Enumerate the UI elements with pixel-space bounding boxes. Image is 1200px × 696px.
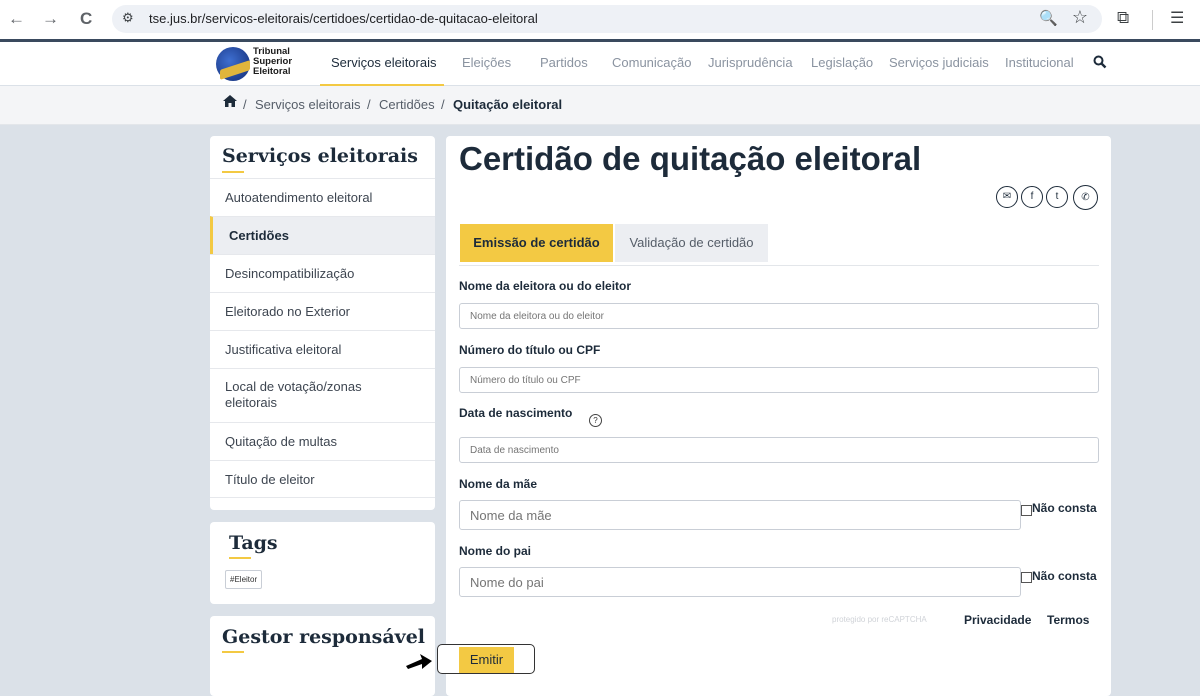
sidebar-item-justificativa[interactable]: Justificativa eleitoral	[210, 330, 435, 368]
sidebar-item-quitacao-multas[interactable]: Quitação de multas	[210, 422, 435, 460]
pai-input[interactable]	[459, 567, 1021, 597]
search-icon[interactable]	[1093, 55, 1107, 72]
title-underline	[229, 557, 251, 559]
tabs-divider	[459, 265, 1099, 266]
title-underline	[222, 171, 244, 173]
menu-item-legislacao[interactable]: Legislação	[811, 55, 873, 70]
sidebar-item-certidoes[interactable]: Certidões	[210, 216, 435, 254]
recaptcha-privacy-link[interactable]: Privacidade	[964, 613, 1031, 627]
tab-validacao[interactable]: Validação de certidão	[615, 224, 768, 262]
titulo-input[interactable]	[459, 367, 1099, 393]
url-text[interactable]: tse.jus.br/servicos-eleitorais/certidoes…	[149, 11, 538, 26]
breadcrumb	[0, 86, 1200, 125]
recaptcha-notice: protegido por reCAPTCHA	[832, 615, 927, 624]
browser-toolbar: ← → C ⚙ tse.jus.br/servicos-eleitorais/c…	[0, 0, 1200, 42]
menu-item-institucional[interactable]: Institucional	[1005, 55, 1074, 70]
help-icon[interactable]: ?	[589, 414, 602, 427]
zoom-icon[interactable]: 🔍	[1039, 9, 1058, 27]
sidebar-item-local-votacao[interactable]: Local de votação/zonas eleitorais	[210, 368, 435, 422]
tag-eleitor[interactable]: #Eleitor	[225, 570, 263, 589]
facebook-icon[interactable]: f	[1021, 186, 1043, 208]
mae-input[interactable]	[459, 500, 1021, 530]
sidebar-item-eleitorado-exterior[interactable]: Eleitorado no Exterior	[210, 292, 435, 330]
nome-input[interactable]	[459, 303, 1099, 329]
pointer-arrow-icon	[405, 650, 433, 674]
logo-text[interactable]: Tribunal Superior Eleitoral	[253, 47, 292, 77]
email-icon[interactable]: ✉	[996, 186, 1018, 208]
title-underline	[222, 651, 244, 653]
bookmark-star-icon[interactable]: ☆	[1072, 7, 1088, 28]
breadcrumb-current: Quitação eleitoral	[453, 97, 563, 112]
mae-nao-consta-checkbox[interactable]	[1021, 505, 1032, 516]
extensions-icon[interactable]: ⧉	[1117, 8, 1129, 28]
whatsapp-icon[interactable]: ✆	[1073, 185, 1098, 210]
menu-item-servicos[interactable]: Serviços eleitorais	[331, 55, 437, 70]
logo-line: Eleitoral	[253, 66, 291, 77]
menu-item-partidos[interactable]: Partidos	[540, 55, 588, 70]
breadcrumb-separator: /	[367, 97, 371, 112]
mae-nao-consta-label[interactable]: Não consta	[1032, 501, 1097, 515]
emitir-button[interactable]: Emitir	[459, 647, 514, 673]
reading-list-icon[interactable]: ☰	[1170, 8, 1184, 28]
toolbar-divider	[1152, 10, 1153, 30]
sidebar-title: Serviços eleitorais	[222, 145, 418, 167]
tse-logo-icon[interactable]	[216, 47, 250, 81]
menu-item-jurisprudencia[interactable]: Jurisprudência	[708, 55, 793, 70]
recaptcha-terms-link[interactable]: Termos	[1047, 613, 1089, 627]
mae-label: Nome da mãe	[459, 477, 538, 491]
address-bar[interactable]: ⚙ tse.jus.br/servicos-eleitorais/certido…	[112, 5, 1102, 33]
menu-item-servicos-judiciais[interactable]: Serviços judiciais	[889, 55, 989, 70]
back-icon[interactable]: ←	[8, 9, 25, 29]
site-settings-icon[interactable]: ⚙	[122, 10, 134, 26]
titulo-label: Número do título ou CPF	[459, 343, 601, 357]
pai-nao-consta-label[interactable]: Não consta	[1032, 569, 1097, 583]
twitter-icon[interactable]: t	[1046, 186, 1068, 208]
pai-label: Nome do pai	[459, 544, 532, 558]
gestor-title: Gestor responsável	[222, 626, 426, 648]
sidebar-item-autoatendimento[interactable]: Autoatendimento eleitoral	[210, 178, 435, 216]
sidebar-item-titulo-eleitor[interactable]: Título de eleitor	[210, 460, 435, 498]
forward-icon[interactable]: →	[42, 9, 59, 29]
nome-label: Nome da eleitora ou do eleitor	[459, 279, 632, 293]
nascimento-input[interactable]	[459, 437, 1099, 463]
tab-emissao[interactable]: Emissão de certidão	[460, 224, 613, 262]
pai-nao-consta-checkbox[interactable]	[1021, 572, 1032, 583]
page-title: Certidão de quitação eleitoral	[459, 140, 922, 177]
menu-item-eleicoes[interactable]: Eleições	[462, 55, 511, 70]
sidebar-item-desincompatibilizacao[interactable]: Desincompatibilização	[210, 254, 435, 292]
breadcrumb-separator: /	[441, 97, 445, 112]
breadcrumb-servicos[interactable]: Serviços eleitorais	[255, 97, 361, 112]
breadcrumb-certidoes[interactable]: Certidões	[379, 97, 435, 112]
breadcrumb-separator: /	[243, 97, 247, 112]
tags-title: Tags	[229, 532, 278, 554]
menu-item-comunicacao[interactable]: Comunicação	[612, 55, 692, 70]
nascimento-label: Data de nascimento	[459, 406, 573, 420]
reload-icon[interactable]: C	[80, 9, 92, 29]
home-icon[interactable]	[222, 94, 238, 113]
